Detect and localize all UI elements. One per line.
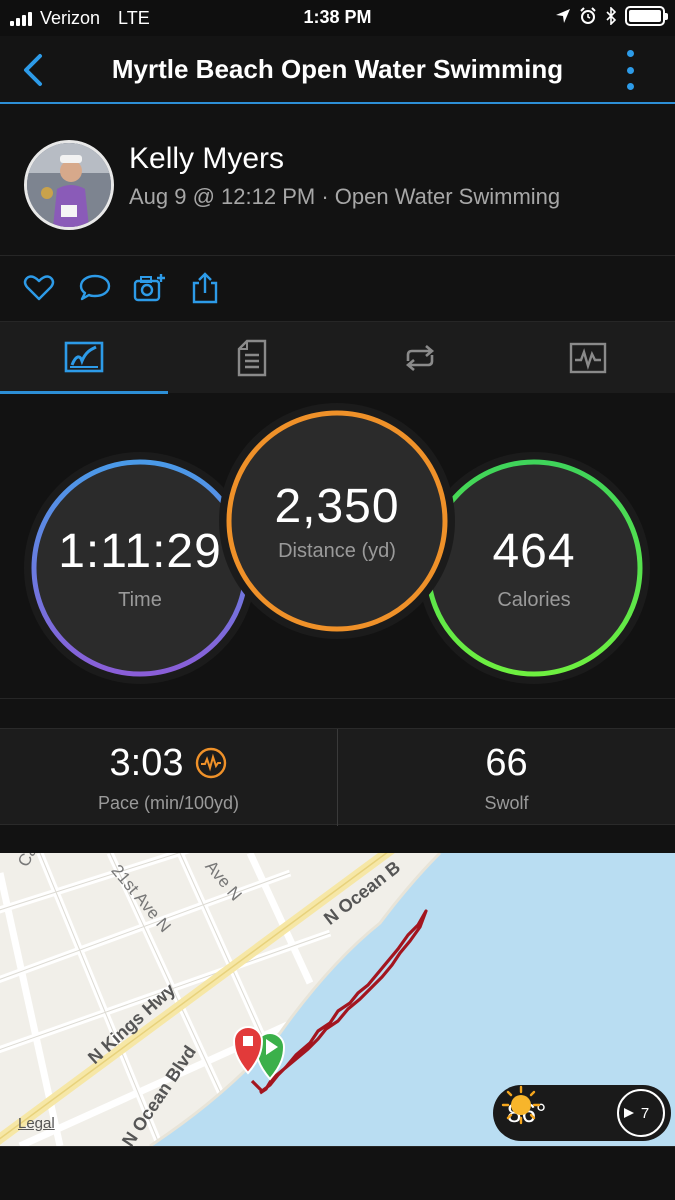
location-icon	[556, 9, 570, 23]
pace-label: Pace (min/100yd)	[97, 792, 240, 813]
swolf-value: 66	[485, 741, 528, 784]
pace-stat: 3:03 Pace (min/100yd)	[0, 729, 337, 826]
calories-label: Calories	[497, 589, 571, 611]
activity-tabs	[0, 321, 675, 394]
swolf-stat: 66 Swolf	[338, 729, 675, 826]
laps-tab-icon	[405, 345, 435, 371]
pace-chart-icon[interactable]	[195, 747, 227, 779]
share-icon[interactable]	[188, 271, 222, 305]
page-title: Myrtle Beach Open Water Swimming	[111, 54, 564, 84]
calories-value: 464	[492, 525, 576, 578]
distance-value: 2,350	[274, 480, 400, 533]
time-stat: 1:11:29 Time	[40, 468, 240, 668]
bottom-section	[0, 1146, 675, 1200]
tab-laps[interactable]	[336, 322, 504, 394]
avatar[interactable]	[24, 140, 114, 230]
social-actions-row	[0, 257, 675, 321]
route-map[interactable]: Carver 21st Ave N Ave N N Ocean B N King…	[0, 853, 675, 1146]
distance-label: Distance (yd)	[278, 540, 396, 562]
wind-direction-icon	[624, 1108, 634, 1118]
activity-meta: Aug 9 @ 12:12 PM · Open Water Swimming	[129, 184, 561, 209]
avatar-photo	[27, 143, 111, 227]
tab-overview[interactable]	[0, 322, 168, 394]
distance-stat: 2,350 Distance (yd)	[232, 416, 442, 626]
athlete-name[interactable]: Kelly Myers	[129, 142, 284, 176]
comment-icon[interactable]	[78, 271, 112, 305]
sun-icon	[501, 1085, 541, 1125]
graphs-tab-icon	[569, 342, 607, 374]
swolf-label: Swolf	[484, 792, 529, 813]
add-photo-icon[interactable]	[132, 271, 166, 305]
tab-graphs[interactable]	[504, 322, 672, 394]
secondary-stats: 3:03 Pace (min/100yd) 66 Swolf	[0, 728, 675, 826]
heart-icon[interactable]	[22, 271, 56, 305]
alarm-icon	[580, 7, 596, 24]
wind-speed: 7	[640, 1104, 650, 1122]
status-right	[555, 6, 668, 26]
details-tab-icon	[237, 339, 267, 377]
nav-bar: Myrtle Beach Open Water Swimming	[0, 36, 675, 104]
pace-value: 3:03	[109, 741, 184, 784]
time-label: Time	[118, 589, 162, 611]
weather-pill[interactable]: 86° 7	[493, 1085, 671, 1141]
stats-tab-icon	[64, 341, 104, 372]
status-bar: Verizon LTE 1:38 PM	[0, 0, 675, 36]
tab-details[interactable]	[168, 322, 336, 394]
battery-icon	[625, 6, 668, 26]
summary-stats: 1:11:29 Time 464 Calories 2,350 Distance…	[0, 394, 675, 699]
wind-indicator: 7	[617, 1089, 665, 1137]
time-value: 1:11:29	[58, 525, 222, 578]
more-options-icon[interactable]	[625, 50, 635, 90]
calories-stat: 464 Calories	[434, 468, 634, 668]
bluetooth-icon	[606, 7, 617, 25]
activity-header: Kelly Myers Aug 9 @ 12:12 PM · Open Wate…	[0, 106, 675, 256]
legal-link[interactable]: Legal	[18, 1115, 55, 1132]
